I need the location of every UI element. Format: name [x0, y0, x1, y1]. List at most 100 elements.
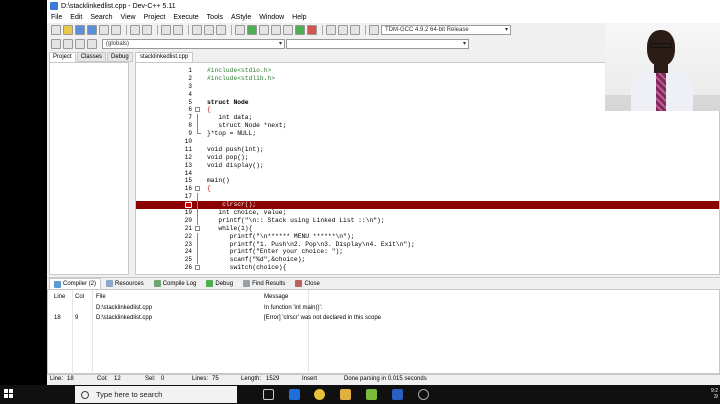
save-all-icon[interactable]: [87, 25, 97, 35]
code-line[interactable]: 19 int choice, value;: [136, 209, 719, 218]
code-line[interactable]: 9}*top = NULL;: [136, 130, 719, 138]
redo-icon[interactable]: [142, 25, 152, 35]
tab-compiler[interactable]: Compiler (2): [49, 278, 102, 289]
tab-project[interactable]: Project: [49, 52, 76, 62]
tab-find-results[interactable]: Find Results: [238, 278, 290, 289]
code-line[interactable]: 14: [136, 170, 719, 178]
new-file-icon[interactable]: [51, 25, 61, 35]
output-row[interactable]: D:\stacklinkedlist.cpp In function 'int …: [48, 304, 720, 313]
error-code-line[interactable]: 18 clrscr();: [136, 201, 719, 210]
compile-icon[interactable]: [235, 25, 245, 35]
compiler-output[interactable]: Line Col File Message D:\stacklinkedlist…: [47, 289, 720, 375]
edge-browser-icon[interactable]: [289, 389, 300, 400]
rebuild-icon[interactable]: [271, 25, 281, 35]
code-line[interactable]: 13 void display();: [136, 162, 719, 170]
toggle-comment-icon[interactable]: [216, 25, 226, 35]
menu-search[interactable]: Search: [86, 14, 116, 21]
menu-file[interactable]: File: [47, 14, 66, 21]
menu-execute[interactable]: Execute: [169, 14, 202, 21]
code-line[interactable]: 25 scanf("%d",&choice);: [136, 256, 719, 265]
save-icon[interactable]: [75, 25, 85, 35]
output-row[interactable]: 18 9 D:\stacklinkedlist.cpp [Error] 'clr…: [48, 314, 720, 323]
tab-resources[interactable]: Resources: [101, 278, 149, 289]
fold-toggle-icon[interactable]: [195, 265, 200, 271]
file-explorer-icon[interactable]: [340, 389, 351, 400]
windows-start-icon[interactable]: [4, 389, 14, 399]
class-browser-icon[interactable]: [87, 39, 97, 49]
chart-icon[interactable]: [326, 25, 336, 35]
tab-debug-output[interactable]: Debug: [201, 278, 238, 289]
open-folder-icon[interactable]: [63, 25, 73, 35]
syntax-check-icon[interactable]: [283, 25, 293, 35]
find-icon[interactable]: [161, 25, 171, 35]
project-new-icon[interactable]: [51, 39, 61, 49]
webcam-overlay: [605, 23, 720, 111]
code-line[interactable]: 8 struct Node *next;: [136, 122, 719, 131]
system-clock[interactable]: 9:2 3/: [711, 388, 718, 400]
code-line[interactable]: 23 printf("1. Push\n2. Pop\n3. Display\n…: [136, 240, 719, 249]
print-icon[interactable]: [111, 25, 121, 35]
devcpp-taskbar-icon[interactable]: [392, 389, 403, 400]
symbol-select[interactable]: [286, 39, 469, 49]
menu-view[interactable]: View: [117, 14, 140, 21]
code-text: {: [207, 185, 211, 193]
replace-icon[interactable]: [173, 25, 183, 35]
tab-close[interactable]: Close: [290, 278, 324, 289]
code-line[interactable]: 17: [136, 193, 719, 202]
compiler-select[interactable]: TDM-GCC 4.9.2 64-bit Release: [381, 25, 511, 35]
project-remove-icon[interactable]: [75, 39, 85, 49]
taskbar-search[interactable]: Type here to search: [75, 386, 237, 403]
undo-icon[interactable]: [130, 25, 140, 35]
menu-window[interactable]: Window: [255, 14, 288, 21]
menu-edit[interactable]: Edit: [66, 14, 86, 21]
project-add-icon[interactable]: [63, 39, 73, 49]
fold-toggle-icon[interactable]: [195, 186, 200, 192]
tab-debug[interactable]: Debug: [107, 52, 133, 62]
code-line[interactable]: 24 printf("Enter your choice: ");: [136, 248, 719, 257]
search-icon: [81, 390, 89, 399]
indent-icon[interactable]: [192, 25, 202, 35]
chrome-browser-icon[interactable]: [314, 389, 325, 400]
header-line[interactable]: Line: [54, 293, 65, 302]
app-icon[interactable]: [366, 389, 377, 400]
tab-classes[interactable]: Classes: [76, 52, 107, 62]
code-line[interactable]: 20 printf("\n:: Stack using Linked List …: [136, 216, 719, 225]
code-line[interactable]: 16 {: [136, 185, 719, 193]
code-line[interactable]: 21 while(1){: [136, 225, 719, 233]
menu-help[interactable]: Help: [288, 14, 310, 21]
compile-run-icon[interactable]: [259, 25, 269, 35]
code-line[interactable]: 7 int data;: [136, 114, 719, 123]
code-line[interactable]: 12 void pop();: [136, 154, 719, 162]
menu-astyle[interactable]: AStyle: [227, 14, 255, 21]
debug-icon[interactable]: [295, 25, 305, 35]
code-line[interactable]: 11 void push(int);: [136, 146, 719, 154]
fold-toggle-icon[interactable]: [195, 225, 200, 231]
status-bar: Line: 18 Col: 12 Sel: 0 Lines: 75 Length…: [47, 374, 720, 385]
toolbar-separator: [231, 25, 232, 35]
compiler-options-icon[interactable]: [369, 25, 379, 35]
tab-find-results-label: Find Results: [252, 280, 286, 287]
editor-tab[interactable]: stacklinkedlist.cpp: [135, 52, 194, 62]
header-col[interactable]: Col: [75, 293, 84, 302]
unindent-icon[interactable]: [204, 25, 214, 35]
menu-tools[interactable]: Tools: [203, 14, 227, 21]
media-player-icon[interactable]: [418, 389, 429, 400]
search-placeholder: Type here to search: [96, 390, 163, 399]
profile-icon[interactable]: [338, 25, 348, 35]
scope-select[interactable]: (globals): [102, 39, 285, 49]
code-line[interactable]: 22 printf("\n****** MENU ******\n");: [136, 232, 719, 241]
tab-compile-log[interactable]: Compile Log: [149, 278, 202, 289]
task-view-icon[interactable]: [263, 389, 274, 400]
header-file[interactable]: File: [96, 293, 106, 302]
code-line[interactable]: 10: [136, 138, 719, 146]
stop-icon[interactable]: [307, 25, 317, 35]
fold-toggle-icon[interactable]: [195, 107, 200, 113]
header-message[interactable]: Message: [264, 293, 288, 302]
close-file-icon[interactable]: [99, 25, 109, 35]
delete-profile-icon[interactable]: [350, 25, 360, 35]
run-icon[interactable]: [247, 25, 257, 35]
code-line[interactable]: 26 switch(choice){: [136, 264, 719, 272]
code-line[interactable]: 15 main(): [136, 177, 719, 185]
project-panel[interactable]: [49, 62, 129, 275]
menu-project[interactable]: Project: [140, 14, 170, 21]
